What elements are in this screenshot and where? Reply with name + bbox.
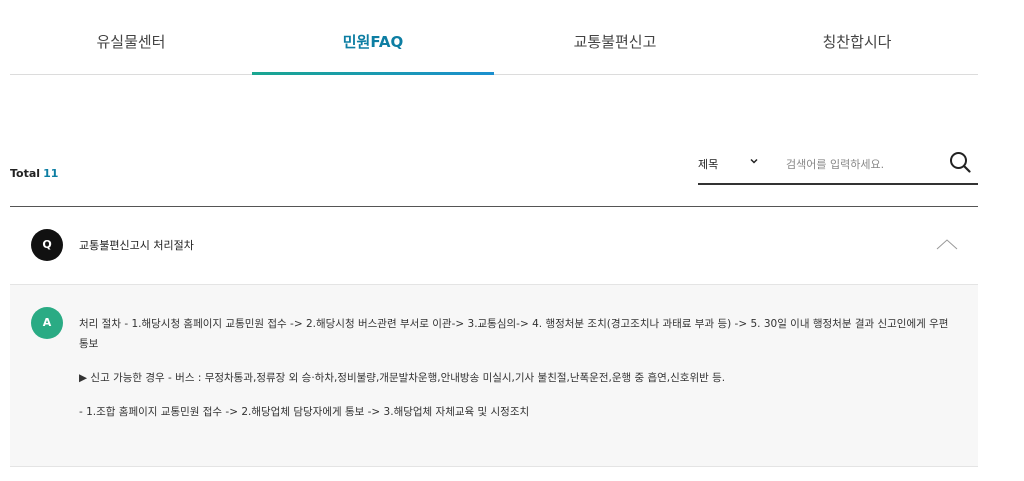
faq-answer-panel: A 처리 절차 - 1.해당시청 홈페이지 교통민원 접수 -> 2.해당시청 … bbox=[10, 285, 978, 467]
search-bar: 제목 bbox=[698, 147, 978, 185]
faq-answer: 처리 절차 - 1.해당시청 홈페이지 교통민원 접수 -> 2.해당시청 버스… bbox=[79, 314, 959, 433]
answer-badge: A bbox=[31, 307, 63, 339]
tab-compliments[interactable]: 칭찬합시다 bbox=[736, 0, 978, 74]
search-input[interactable] bbox=[784, 153, 938, 175]
chevron-down-icon[interactable] bbox=[749, 156, 759, 169]
chevron-up-icon[interactable] bbox=[935, 236, 959, 250]
answer-paragraph: 처리 절차 - 1.해당시청 홈페이지 교통민원 접수 -> 2.해당시청 버스… bbox=[79, 318, 949, 350]
tab-lost-and-found[interactable]: 유실물센터 bbox=[10, 0, 252, 74]
answer-paragraph: ▶ 신고 가능한 경우 - 버스 : 무정차통과,정류장 외 승·하차,정비불량… bbox=[79, 372, 726, 384]
question-badge: Q bbox=[31, 229, 63, 261]
answer-paragraph: - 1.조합 홈페이지 교통민원 접수 -> 2.해당업체 담당자에게 통보 -… bbox=[79, 406, 530, 418]
tab-traffic-complaint[interactable]: 교통불편신고 bbox=[494, 0, 736, 74]
total-number: 11 bbox=[43, 167, 59, 180]
faq-question: 교통불편신고시 처리절차 bbox=[79, 239, 194, 252]
tab-bar: 유실물센터 민원FAQ 교통불편신고 칭찬합시다 bbox=[10, 0, 978, 75]
search-icon[interactable] bbox=[949, 151, 971, 173]
tab-faq[interactable]: 민원FAQ bbox=[252, 0, 494, 75]
total-count: Total 11 bbox=[10, 167, 58, 180]
search-field-select[interactable]: 제목 bbox=[698, 156, 718, 172]
total-label: Total bbox=[10, 167, 41, 180]
faq-question-row[interactable]: Q 교통불편신고시 처리절차 bbox=[10, 207, 978, 285]
